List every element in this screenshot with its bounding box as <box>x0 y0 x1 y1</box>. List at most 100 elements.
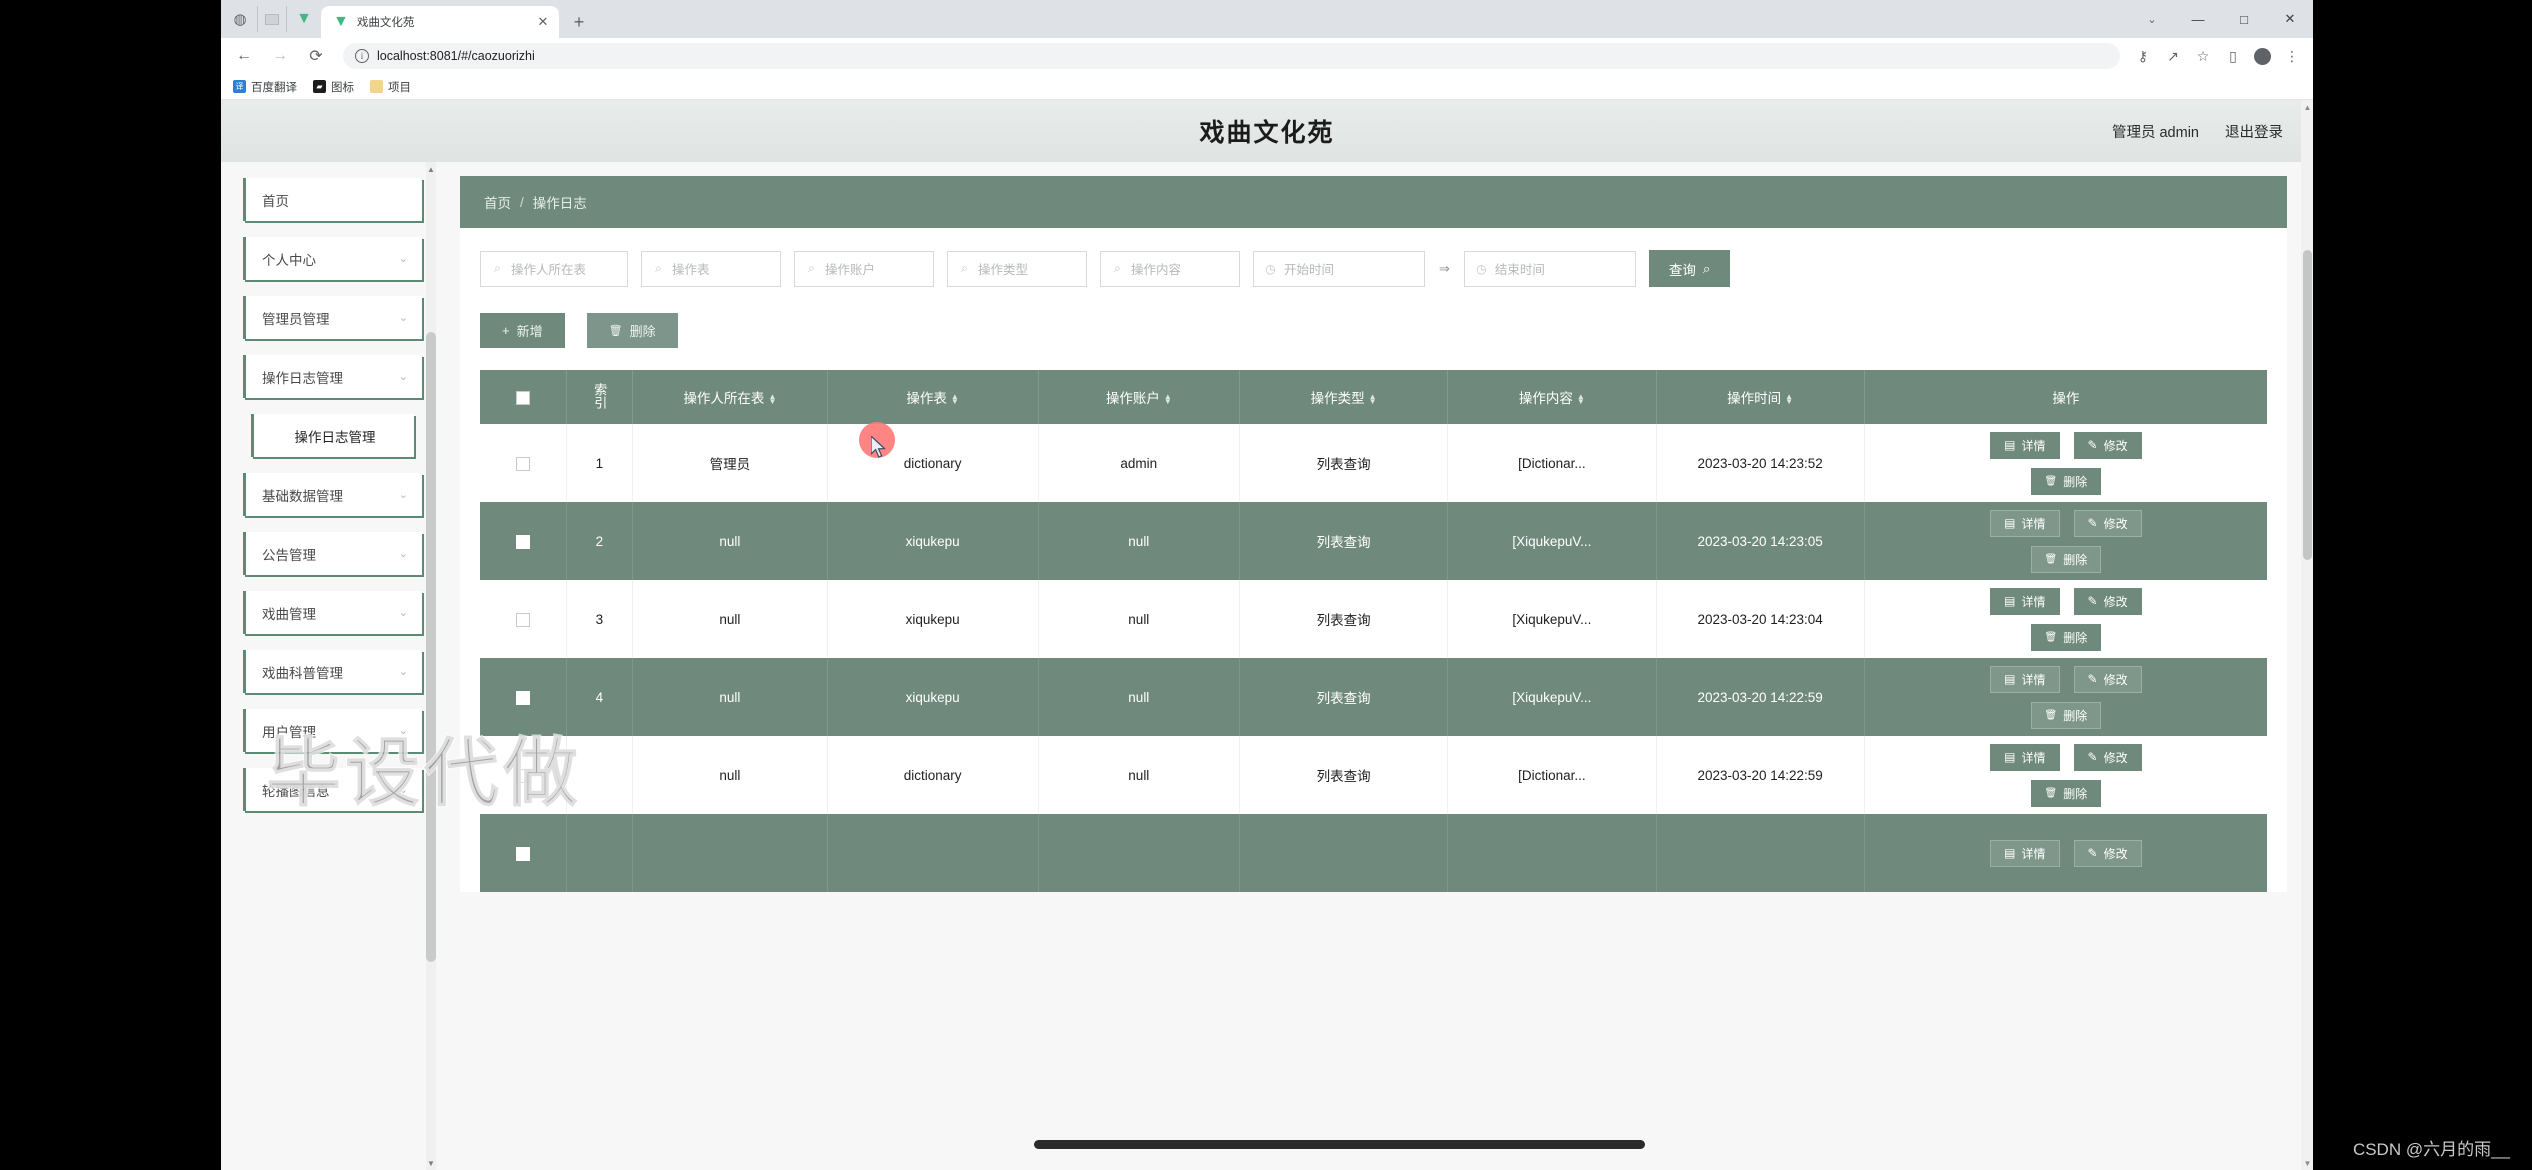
column-header-operation-table[interactable]: 操作表 ▲ ▼ <box>827 370 1039 424</box>
logout-link[interactable]: 退出登录 <box>2225 121 2283 142</box>
maximize-button[interactable]: □ <box>2221 0 2267 38</box>
delete-button[interactable]: 🗑 删除 <box>2030 467 2102 495</box>
sidebar-item-announcement-management[interactable]: 公告管理 ⌄ <box>243 532 422 575</box>
sort-icon[interactable]: ▲ ▼ <box>1164 393 1172 406</box>
edit-button[interactable]: ✎ 修改 <box>2073 509 2142 537</box>
filter-operation-content-input[interactable]: ⌕ 操作内容 <box>1100 250 1240 287</box>
filter-operation-table-input[interactable]: ⌕ 操作表 <box>641 250 781 287</box>
sort-icon[interactable]: ▲ ▼ <box>1785 393 1793 406</box>
delete-button[interactable]: 🗑 删除 <box>2030 623 2102 651</box>
table-row[interactable]: ▤ 详情 ✎ 修改 <box>480 814 2267 892</box>
edit-button[interactable]: ✎ 修改 <box>2073 665 2142 693</box>
close-window-button[interactable]: ✕ <box>2267 0 2313 38</box>
select-all-checkbox[interactable] <box>515 390 530 405</box>
column-header-operator-table[interactable]: 操作人所在表 ▲ ▼ <box>632 370 828 424</box>
delete-button[interactable]: 🗑 删除 <box>2030 701 2102 729</box>
sort-icon[interactable]: ▲ ▼ <box>768 393 776 406</box>
page-scrollbar[interactable]: ▲ ▼ <box>2301 100 2313 1170</box>
edit-button[interactable]: ✎ 修改 <box>2073 431 2142 459</box>
password-key-icon[interactable]: ⚷ <box>2134 47 2152 65</box>
sort-icon[interactable]: ▲ ▼ <box>1577 393 1585 406</box>
row-checkbox[interactable] <box>515 456 530 471</box>
detail-button[interactable]: ▤ 详情 <box>1990 743 2060 771</box>
forward-button[interactable]: → <box>267 43 293 69</box>
chevron-down-icon[interactable]: ⌄ <box>2129 0 2175 38</box>
detail-button[interactable]: ▤ 详情 <box>1990 509 2060 537</box>
row-checkbox[interactable] <box>515 846 530 861</box>
scroll-down-arrow-icon[interactable]: ▼ <box>426 1156 436 1170</box>
sidebar-item-opera-management[interactable]: 戏曲管理 ⌄ <box>243 591 422 634</box>
row-checkbox[interactable] <box>515 768 530 783</box>
sort-icon[interactable]: ▲ ▼ <box>1369 393 1377 406</box>
column-header-operation-time[interactable]: 操作时间 ▲ ▼ <box>1656 370 1865 424</box>
back-button[interactable]: ← <box>231 43 257 69</box>
filter-end-time-input[interactable]: ◷ 结束时间 <box>1463 250 1636 287</box>
sidebar-item-label: 轮播图信息 <box>262 783 330 799</box>
sidebar-item-user-management[interactable]: 用户管理 ⌄ <box>243 709 422 752</box>
table-row[interactable]: 3 null xiqukepu null 列表查询 [XiqukepuV... … <box>480 580 2267 658</box>
table-row[interactable]: 1 管理员 dictionary admin 列表查询 [Dictionar..… <box>480 424 2267 502</box>
bookmark-star-icon[interactable]: ☆ <box>2194 47 2212 65</box>
browser-menu-icon[interactable]: ⋮ <box>2283 47 2301 65</box>
table-scroll-thumb[interactable] <box>1034 1140 1646 1149</box>
table-row[interactable]: 4 null xiqukepu null 列表查询 [XiqukepuV... … <box>480 658 2267 736</box>
close-tab-icon[interactable]: ✕ <box>535 14 551 30</box>
bookmark-item[interactable]: 项目 <box>370 79 411 95</box>
filter-start-time-input[interactable]: ◷ 开始时间 <box>1253 250 1425 287</box>
reload-button[interactable]: ⟳ <box>303 43 329 69</box>
table-row[interactable]: null dictionary null 列表查询 [Dictionar... … <box>480 736 2267 814</box>
scroll-up-arrow-icon[interactable]: ▲ <box>426 162 436 176</box>
new-tab-button[interactable]: + <box>565 8 593 36</box>
column-header-operation-account[interactable]: 操作账户 ▲ ▼ <box>1038 370 1240 424</box>
edit-button[interactable]: ✎ 修改 <box>2073 839 2142 867</box>
search-button[interactable]: 查询 ⌕ <box>1648 250 1731 287</box>
page-scroll-thumb[interactable] <box>2303 250 2312 560</box>
sidebar-item-carousel-info[interactable]: 轮播图信息 ⌄ <box>243 768 422 811</box>
row-checkbox[interactable] <box>515 612 530 627</box>
sidebar-item-home[interactable]: 首页 <box>243 178 422 221</box>
table-row[interactable]: 2 null xiqukepu null 列表查询 [XiqukepuV... … <box>480 502 2267 580</box>
cell-operation-content: [Dictionar... <box>1447 736 1657 814</box>
sidebar-item-operation-log-management[interactable]: 操作日志管理 ⌄ <box>243 355 422 398</box>
filter-operation-account-input[interactable]: ⌕ 操作账户 <box>794 250 934 287</box>
browser-tab[interactable]: ▼ 戏曲文化苑 ✕ <box>321 6 559 38</box>
minimize-button[interactable]: — <box>2175 0 2221 38</box>
row-checkbox[interactable] <box>515 690 530 705</box>
edit-button[interactable]: ✎ 修改 <box>2073 743 2142 771</box>
detail-button[interactable]: ▤ 详情 <box>1990 587 2060 615</box>
sidebar-item-basic-data-management[interactable]: 基础数据管理 ⌄ <box>243 473 422 516</box>
detail-button[interactable]: ▤ 详情 <box>1990 665 2060 693</box>
column-header-operation-type[interactable]: 操作类型 ▲ ▼ <box>1239 370 1449 424</box>
column-header-operation-content[interactable]: 操作内容 ▲ ▼ <box>1447 370 1657 424</box>
detail-button[interactable]: ▤ 详情 <box>1990 431 2060 459</box>
table-horizontal-scrollbar[interactable] <box>576 1140 2273 1150</box>
share-icon[interactable]: ↗ <box>2164 47 2182 65</box>
page-title: 戏曲文化苑 <box>1199 119 1335 147</box>
sidebar-scrollbar[interactable]: ▲ ▼ <box>426 162 436 1170</box>
address-bar[interactable]: i localhost:8081/#/caozuorizhi <box>343 43 2120 69</box>
delete-button[interactable]: 🗑 删除 <box>2030 545 2102 573</box>
batch-delete-button[interactable]: 🗑 删除 <box>586 313 678 348</box>
filter-operator-table-input[interactable]: ⌕ 操作人所在表 <box>480 250 628 287</box>
bookmark-item[interactable]: ▰ 图标 <box>313 79 354 95</box>
sidebar-subitem-operation-log-management[interactable]: 操作日志管理 <box>251 414 414 457</box>
profile-avatar-icon[interactable] <box>2254 47 2271 65</box>
breadcrumb-home[interactable]: 首页 <box>484 192 511 212</box>
detail-button[interactable]: ▤ 详情 <box>1990 839 2060 867</box>
scroll-down-arrow-icon[interactable]: ▼ <box>2303 1156 2312 1170</box>
tab-favicon-vue-icon: ▼ <box>333 13 349 30</box>
bookmark-item[interactable]: 译 百度翻译 <box>233 79 297 95</box>
edit-button[interactable]: ✎ 修改 <box>2073 587 2142 615</box>
side-panel-icon[interactable]: ▯ <box>2224 47 2242 65</box>
scroll-up-arrow-icon[interactable]: ▲ <box>2303 100 2312 114</box>
sidebar-item-opera-science-management[interactable]: 戏曲科普管理 ⌄ <box>243 650 422 693</box>
sidebar-item-admin-management[interactable]: 管理员管理 ⌄ <box>243 296 422 339</box>
row-checkbox[interactable] <box>515 534 530 549</box>
add-button[interactable]: + 新增 <box>480 313 565 348</box>
delete-button[interactable]: 🗑 删除 <box>2030 779 2102 807</box>
site-info-icon[interactable]: i <box>355 49 369 63</box>
sidebar-item-personal-center[interactable]: 个人中心 ⌄ <box>243 237 422 280</box>
sidebar-scroll-thumb[interactable] <box>426 332 436 962</box>
sort-icon[interactable]: ▲ ▼ <box>951 393 959 406</box>
filter-operation-type-input[interactable]: ⌕ 操作类型 <box>947 250 1087 287</box>
